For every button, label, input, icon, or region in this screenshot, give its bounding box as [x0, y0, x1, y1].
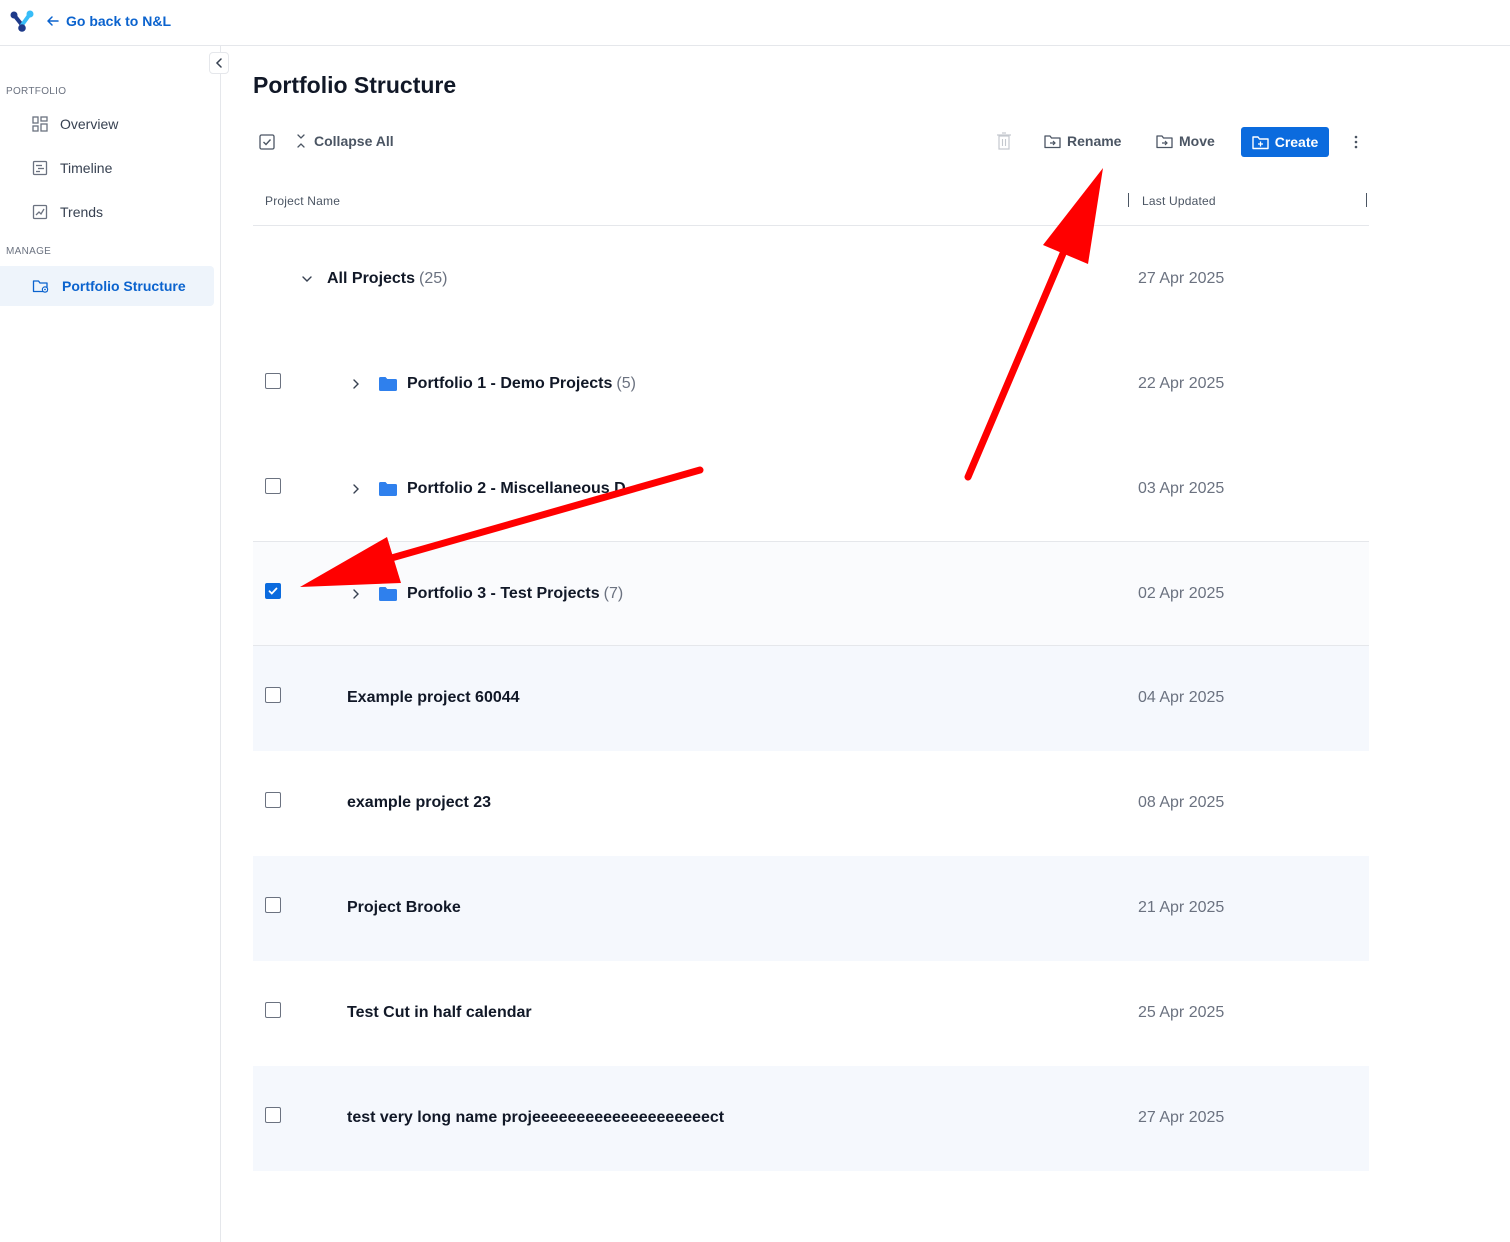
row-checkbox-checked[interactable]	[265, 583, 281, 599]
table-row-project[interactable]: Project Brooke 21 Apr 2025	[253, 856, 1369, 961]
table-row-project[interactable]: test very long name projeeeeeeeeeeeeeeee…	[253, 1066, 1369, 1171]
row-checkbox[interactable]	[265, 1107, 281, 1123]
table-row-project[interactable]: example project 23 08 Apr 2025	[253, 751, 1369, 856]
sidebar-collapse-button[interactable]	[209, 52, 229, 74]
collapse-icon	[297, 134, 305, 148]
move-button[interactable]: Move	[1156, 133, 1215, 149]
checkbox-checked-icon	[259, 134, 275, 150]
sidebar-item-timeline[interactable]: Timeline	[0, 148, 214, 188]
table-row-root[interactable]: All Projects (25) 27 Apr 2025	[253, 227, 1369, 332]
folder-move-icon	[1156, 134, 1173, 148]
folder-rename-icon	[1044, 134, 1061, 148]
chevron-right-icon[interactable]	[351, 378, 361, 390]
sidebar-item-label: Trends	[60, 204, 104, 220]
row-name: Example project 60044	[347, 689, 520, 706]
sidebar: PORTFOLIO Overview Timeline Trends MANAG…	[0, 46, 221, 1242]
row-date: 27 Apr 2025	[1138, 1109, 1225, 1126]
row-checkbox[interactable]	[265, 1002, 281, 1018]
table-row-portfolio-1[interactable]: Portfolio 1 - Demo Projects (5) 22 Apr 2…	[253, 332, 1369, 437]
chart-icon	[32, 204, 48, 220]
create-label: Create	[1274, 134, 1319, 150]
sidebar-item-label: Timeline	[60, 160, 113, 176]
sidebar-item-portfolio-structure[interactable]: Portfolio Structure	[0, 266, 214, 306]
row-name: test very long name projeeeeeeeeeeeeeeee…	[347, 1109, 725, 1126]
table-row-project[interactable]: Test Cut in half calendar 25 Apr 2025	[253, 961, 1369, 1066]
row-date: 22 Apr 2025	[1138, 375, 1225, 392]
row-name: All Projects (25)	[327, 270, 448, 287]
row-checkbox[interactable]	[265, 687, 281, 703]
row-checkbox[interactable]	[265, 897, 281, 913]
row-name: Portfolio 3 - Test Projects (7)	[407, 585, 624, 602]
go-back-link[interactable]: Go back to N&L	[46, 11, 171, 31]
rename-label: Rename	[1067, 133, 1122, 149]
move-label: Move	[1179, 133, 1215, 149]
row-name: Portfolio 2 - Miscellaneous D	[407, 480, 626, 497]
row-name: example project 23	[347, 794, 492, 811]
row-date: 03 Apr 2025	[1138, 480, 1225, 497]
row-date: 08 Apr 2025	[1138, 794, 1225, 811]
collapse-all-button[interactable]: Collapse All	[294, 133, 394, 149]
folder-plus-icon	[1252, 135, 1269, 149]
arrow-left-icon	[47, 16, 59, 26]
create-button[interactable]: Create	[1241, 127, 1329, 157]
folder-settings-icon	[32, 280, 49, 293]
row-date: 27 Apr 2025	[1138, 270, 1225, 287]
more-vertical-icon	[1354, 135, 1358, 149]
row-checkbox[interactable]	[265, 792, 281, 808]
column-resize-handle[interactable]	[1366, 193, 1367, 207]
section-label-portfolio: PORTFOLIO	[6, 86, 67, 97]
table-row-portfolio-2[interactable]: Portfolio 2 - Miscellaneous D 03 Apr 202…	[253, 437, 1369, 542]
row-date: 02 Apr 2025	[1138, 585, 1225, 602]
folder-icon	[379, 377, 397, 391]
row-date: 04 Apr 2025	[1138, 689, 1225, 706]
top-bar: Go back to N&L	[0, 0, 1510, 46]
chevron-left-icon	[215, 58, 222, 68]
rename-button[interactable]: Rename	[1044, 133, 1121, 149]
column-resize-handle[interactable]	[1128, 193, 1129, 207]
row-name: Portfolio 1 - Demo Projects (5)	[407, 375, 636, 392]
sidebar-item-overview[interactable]: Overview	[0, 104, 214, 144]
row-date: 21 Apr 2025	[1138, 899, 1225, 916]
more-options-button[interactable]	[1349, 134, 1369, 150]
section-label-manage: MANAGE	[6, 246, 52, 257]
trash-icon	[997, 132, 1011, 150]
table-row-portfolio-3[interactable]: Portfolio 3 - Test Projects (7) 02 Apr 2…	[253, 541, 1369, 646]
grid-icon	[32, 116, 48, 132]
row-name: Project Brooke	[347, 899, 461, 916]
select-all-checkbox[interactable]	[259, 134, 281, 150]
header-divider	[253, 225, 1369, 226]
checkmark-icon	[268, 587, 278, 595]
row-checkbox[interactable]	[265, 478, 281, 494]
row-name: Test Cut in half calendar	[347, 1004, 532, 1021]
folder-icon	[379, 587, 397, 601]
timeline-icon	[32, 160, 48, 176]
folder-icon	[379, 482, 397, 496]
row-checkbox[interactable]	[265, 373, 281, 389]
column-header-project-name[interactable]: Project Name	[265, 194, 340, 208]
chevron-right-icon[interactable]	[351, 588, 361, 600]
page-title: Portfolio Structure	[253, 72, 457, 98]
sidebar-item-label: Portfolio Structure	[62, 278, 186, 294]
collapse-all-label: Collapse All	[314, 133, 394, 149]
column-header-last-updated[interactable]: Last Updated	[1142, 194, 1216, 208]
table-row-project[interactable]: Example project 60044 04 Apr 2025	[253, 646, 1369, 751]
row-date: 25 Apr 2025	[1138, 1004, 1225, 1021]
chevron-down-icon[interactable]	[301, 274, 313, 284]
go-back-label: Go back to N&L	[66, 13, 172, 29]
sidebar-item-label: Overview	[60, 116, 119, 132]
app-logo-icon[interactable]	[8, 8, 36, 34]
sidebar-item-trends[interactable]: Trends	[0, 192, 214, 232]
chevron-right-icon[interactable]	[351, 483, 361, 495]
delete-button[interactable]	[996, 132, 1018, 150]
